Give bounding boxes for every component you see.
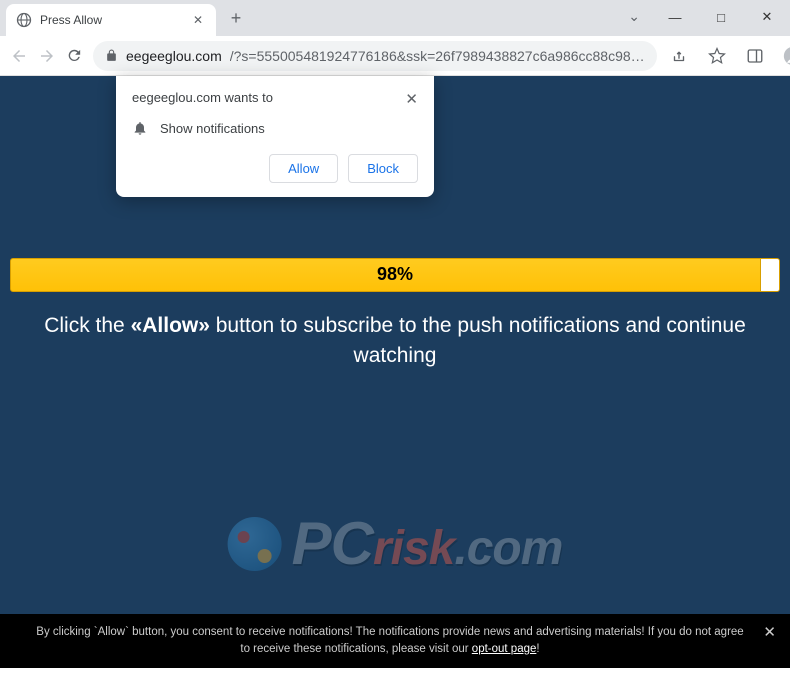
bookmark-icon[interactable] bbox=[705, 44, 729, 68]
consent-text: By clicking `Allow` button, you consent … bbox=[36, 626, 743, 655]
instruction-text: Click the «Allow» button to subscribe to… bbox=[40, 311, 750, 372]
address-bar[interactable]: eegeeglou.com /?s=555005481924776186&ssk=… bbox=[93, 41, 657, 71]
tab-close-icon[interactable]: ✕ bbox=[190, 13, 206, 27]
reload-button[interactable] bbox=[66, 44, 83, 68]
tabs-dropdown-icon[interactable]: ⌄ bbox=[628, 8, 640, 25]
tab-title: Press Allow bbox=[40, 13, 182, 27]
forward-button[interactable] bbox=[38, 44, 56, 68]
url-host: eegeeglou.com bbox=[126, 48, 222, 64]
progress-label: 98% bbox=[0, 264, 790, 285]
toolbar: eegeeglou.com /?s=555005481924776186&ssk=… bbox=[0, 36, 790, 76]
maximize-button[interactable]: □ bbox=[698, 0, 744, 34]
opt-out-link[interactable]: opt-out page bbox=[472, 643, 537, 655]
new-tab-button[interactable]: + bbox=[222, 4, 250, 32]
logo-pc: PC bbox=[292, 510, 373, 577]
browser-tab[interactable]: Press Allow ✕ bbox=[6, 4, 216, 36]
tabs-row: Press Allow ✕ + ⌄ — □ ✕ bbox=[0, 0, 790, 36]
lock-icon bbox=[105, 49, 118, 62]
permission-close-icon[interactable]: ✕ bbox=[405, 90, 418, 108]
permission-title: eegeeglou.com wants to bbox=[132, 90, 273, 105]
consent-close-icon[interactable]: ✕ bbox=[763, 622, 776, 645]
url-path: /?s=555005481924776186&ssk=26f7989438827… bbox=[230, 48, 645, 64]
logo-com: .com bbox=[454, 522, 562, 575]
instruction-prefix: Click the bbox=[44, 314, 130, 337]
block-button[interactable]: Block bbox=[348, 154, 418, 183]
allow-button[interactable]: Allow bbox=[269, 154, 338, 183]
profile-icon[interactable] bbox=[781, 44, 790, 68]
window-close-button[interactable]: ✕ bbox=[744, 0, 790, 34]
logo-bug-icon bbox=[228, 517, 282, 571]
side-panel-icon[interactable] bbox=[743, 44, 767, 68]
consent-bar: By clicking `Allow` button, you consent … bbox=[0, 614, 790, 669]
minimize-button[interactable]: — bbox=[652, 0, 698, 34]
bell-icon bbox=[132, 120, 148, 136]
instruction-suffix: button to subscribe to the push notifica… bbox=[210, 314, 746, 367]
watermark-logo: PCrisk.com bbox=[228, 509, 563, 578]
permission-popup: eegeeglou.com wants to ✕ Show notificati… bbox=[116, 76, 434, 197]
page-content: eegeeglou.com wants to ✕ Show notificati… bbox=[0, 76, 790, 668]
instruction-allow-word: «Allow» bbox=[131, 314, 210, 337]
share-icon[interactable] bbox=[667, 44, 691, 68]
window-controls: — □ ✕ bbox=[652, 0, 790, 34]
permission-text: Show notifications bbox=[160, 121, 265, 136]
logo-risk: risk bbox=[373, 522, 454, 575]
back-button[interactable] bbox=[10, 44, 28, 68]
consent-text-end: ! bbox=[536, 643, 539, 655]
globe-icon bbox=[16, 12, 32, 28]
